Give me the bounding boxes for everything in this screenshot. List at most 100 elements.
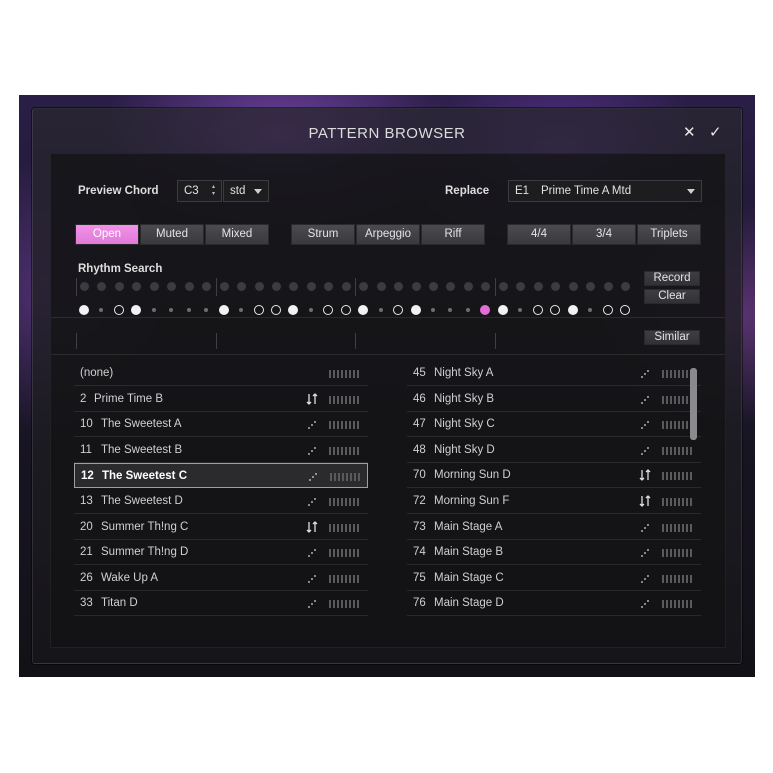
pattern-list-item[interactable]: 20 Summer Th!ng C [74,515,368,540]
pattern-name: Night Sky D [434,443,495,456]
strum-icon [306,495,318,507]
step-rest [308,308,313,312]
pattern-list-item[interactable]: 45 Night Sky A [407,361,701,386]
rhythm-step[interactable] [446,282,456,291]
rhythm-search-label: Rhythm Search [78,263,163,275]
strum-icon [306,546,318,558]
rhythm-step[interactable] [411,282,421,291]
rhythm-step[interactable] [254,282,264,291]
rhythm-step[interactable] [306,282,316,291]
pattern-list-item[interactable]: 75 Main Stage C [407,566,701,591]
pattern-list-item[interactable]: 26 Wake Up A [74,566,368,591]
meter-4-4-button[interactable]: 4/4 [507,224,571,245]
rhythm-step[interactable] [324,282,334,291]
pattern-name: Summer Th!ng C [101,520,189,533]
style-arpeggio-button[interactable]: Arpeggio [356,224,420,245]
rhythm-step[interactable] [498,282,508,291]
step-rest [431,308,435,312]
style-strum-button[interactable]: Strum [291,224,355,245]
rhythm-step[interactable] [184,282,194,291]
pattern-list-item[interactable]: 33 Titan D [74,591,368,617]
replace-pattern-select[interactable]: E1 Prime Time A Mtd [508,180,702,202]
divider [51,354,725,355]
rhythm-step[interactable] [603,282,613,291]
pattern-list-item[interactable]: 74 Main Stage B [407,540,701,566]
chord-type-select[interactable]: std [223,180,269,202]
pattern-list-item[interactable]: 2 Prime Time B [74,387,368,412]
chord-note-stepper[interactable]: C3 ▴▾ [177,180,222,202]
pattern-list-item[interactable]: 72 Morning Sun F [407,489,701,514]
mode-muted-button[interactable]: Muted [140,224,204,245]
pattern-list-item[interactable]: 13 The Sweetest D [74,489,368,514]
rhythm-step[interactable] [551,282,561,291]
pattern-list-item[interactable]: 46 Night Sky B [407,387,701,412]
strum-icon [639,572,651,584]
step-accent [410,305,421,315]
density-meter [329,600,361,609]
step-ghost [532,305,543,315]
rhythm-step[interactable] [516,282,526,291]
pattern-list-item[interactable]: 76 Main Stage D [407,591,701,617]
rhythm-step[interactable] [202,282,212,291]
pattern-list-item[interactable]: 21 Summer Th!ng D [74,540,368,566]
rhythm-step[interactable] [219,282,229,291]
step-accent [567,305,578,315]
meter-3-4-button[interactable]: 3/4 [572,224,636,245]
pattern-number: 13 [80,495,93,507]
rhythm-step[interactable] [167,282,177,291]
clear-button[interactable]: Clear [644,289,700,304]
strum-icon [307,470,319,482]
pattern-list-item[interactable]: 73 Main Stage A [407,515,701,540]
close-icon[interactable]: ✕ [683,123,696,141]
spinner-icon[interactable]: ▴▾ [212,184,218,198]
rhythm-step[interactable] [394,282,404,291]
pattern-list-item[interactable]: 48 Night Sky D [407,438,701,463]
rhythm-step[interactable] [289,282,299,291]
similar-button[interactable]: Similar [644,330,700,345]
record-button[interactable]: Record [644,271,700,286]
rhythm-step[interactable] [114,282,124,291]
style-riff-button[interactable]: Riff [421,224,485,245]
mode-mixed-button[interactable]: Mixed [205,224,269,245]
rhythm-step[interactable] [97,282,107,291]
pattern-list-item[interactable]: 10 The Sweetest A [74,412,368,438]
replace-pattern-name: Prime Time A Mtd [541,185,632,197]
rhythm-step[interactable] [586,282,596,291]
meter-triplets-button[interactable]: Triplets [637,224,701,245]
rhythm-step[interactable] [149,282,159,291]
rhythm-step[interactable] [568,282,578,291]
mode-open-button[interactable]: Open [75,224,139,245]
rhythm-step[interactable] [237,282,247,291]
rhythm-step[interactable] [533,282,543,291]
rhythm-step[interactable] [80,282,89,291]
confirm-icon[interactable]: ✓ [709,123,722,141]
rhythm-step[interactable] [359,282,369,291]
rhythm-step[interactable] [341,282,351,291]
rhythm-step[interactable] [620,282,630,291]
density-meter [329,370,361,378]
pattern-list-item[interactable]: 12 The Sweetest C [74,463,368,489]
density-meter [329,395,361,404]
step-rest [588,308,593,312]
pattern-list-item[interactable]: (none) [74,361,368,386]
pattern-list-item[interactable]: 11 The Sweetest B [74,438,368,463]
step-accent [79,305,89,315]
density-meter [662,498,694,506]
rhythm-step[interactable] [271,282,281,291]
rhythm-step[interactable] [481,282,491,291]
strum-icon [306,418,318,430]
rhythm-step[interactable] [429,282,438,291]
rhythm-step[interactable] [463,282,473,291]
pattern-number: 47 [413,418,426,431]
pattern-name: Summer Th!ng D [101,546,189,559]
beat-divider [76,333,77,349]
strum-icon [639,418,651,430]
list-scrollbar[interactable] [690,368,697,440]
pattern-list-item[interactable]: 70 Morning Sun D [407,463,701,489]
pattern-list-item[interactable]: 47 Night Sky C [407,412,701,438]
density-meter [329,421,361,430]
rhythm-step[interactable] [132,282,142,291]
beat-divider [355,333,357,349]
rhythm-step[interactable] [376,282,386,291]
pattern-browser-dialog: PATTERN BROWSER ✕ ✓ Preview Chord C3 ▴▾ … [32,108,742,664]
